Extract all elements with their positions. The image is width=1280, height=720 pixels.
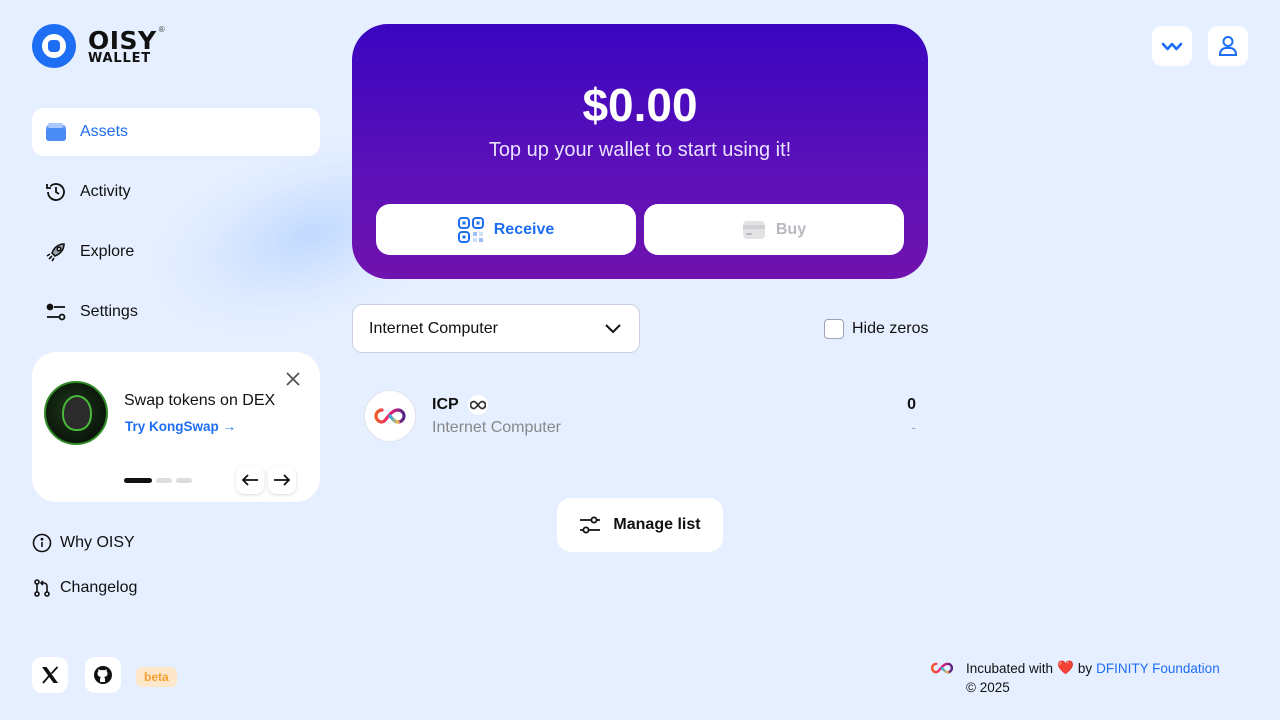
nav-label-explore: Explore (80, 243, 135, 260)
receive-label: Receive (493, 220, 555, 238)
balance-hero-card: $0.00 Top up your wallet to start using … (352, 24, 928, 279)
trademark-mark: ® (158, 24, 165, 34)
x-twitter-button[interactable] (32, 657, 68, 693)
github-button[interactable] (85, 657, 121, 693)
git-pull-request-icon (34, 579, 50, 597)
promo-card: Swap tokens on DEX Try KongSwap → (32, 352, 320, 502)
dfinity-foundation-link[interactable]: DFINITY Foundation (1096, 661, 1220, 676)
infinity-icon (374, 408, 406, 424)
nav-item-assets[interactable]: Assets (32, 108, 320, 156)
hero-subtitle: Top up your wallet to start using it! (488, 139, 792, 161)
hide-zeros-toggle[interactable]: Hide zeros (824, 319, 928, 339)
hide-zeros-label: Hide zeros (852, 320, 929, 337)
footer: Incubated with ❤️ by DFINITY Foundation … (930, 660, 1220, 695)
github-logo-icon (94, 666, 112, 684)
close-icon[interactable] (284, 370, 302, 388)
logo-wordmark: OISY WALLET ® (88, 25, 165, 66)
footer-copyright: © 2025 (966, 680, 1010, 695)
try-kongswap-link[interactable]: Try KongSwap → (125, 419, 236, 434)
changelog-label: Changelog (60, 579, 138, 596)
why-oisy-label: Why OISY (60, 534, 135, 551)
qr-code-icon (457, 216, 484, 243)
history-icon (44, 180, 68, 204)
logo-line1: OISY (88, 25, 157, 55)
carousel-dot-1[interactable] (124, 478, 152, 483)
rocket-icon (44, 240, 68, 264)
manage-list-label: Manage list (613, 516, 701, 533)
oisy-logo-icon (32, 24, 76, 68)
nav-item-explore[interactable]: Explore (32, 228, 320, 276)
user-icon (1219, 36, 1237, 56)
token-usd-value: - (911, 419, 916, 435)
buy-button[interactable]: Buy (644, 204, 904, 255)
x-logo-icon (42, 666, 59, 684)
logo-line2: WALLET (88, 50, 151, 66)
carousel-next-button[interactable] (268, 466, 296, 494)
nav-label-activity: Activity (80, 183, 131, 200)
carousel-dot-3[interactable] (176, 478, 192, 483)
manage-list-button[interactable]: Manage list (557, 498, 723, 552)
carousel-indicators (124, 478, 192, 483)
kongswap-gorilla-image (44, 381, 108, 445)
token-symbol: ICP (432, 396, 459, 413)
network-selector[interactable]: Internet Computer (352, 304, 640, 353)
token-balance: 0 (907, 396, 916, 413)
oisy-logo[interactable]: OISY WALLET ® (32, 24, 165, 68)
walletconnect-icon (1161, 42, 1183, 51)
carousel-dot-2[interactable] (156, 478, 172, 483)
footer-by-text: by (1077, 660, 1093, 676)
promo-title: Swap tokens on DEX (124, 392, 276, 409)
icp-token-logo (364, 390, 416, 442)
nav-label-settings: Settings (80, 303, 138, 320)
carousel-controls (236, 466, 296, 494)
carousel-prev-button[interactable] (236, 466, 264, 494)
receive-button[interactable]: Receive (376, 204, 636, 255)
buy-label: Buy (775, 220, 807, 238)
token-name: Internet Computer (432, 419, 561, 436)
token-row[interactable]: ICP Internet Computer 0 - (364, 390, 916, 442)
chevron-down-icon (605, 323, 621, 333)
info-icon (32, 533, 52, 553)
nav-item-activity[interactable]: Activity (32, 168, 320, 216)
network-badge-icon (468, 395, 488, 415)
nav-label-assets: Assets (80, 123, 129, 140)
heart-icon: ❤️ (1057, 660, 1074, 675)
settings-sliders-icon (44, 300, 68, 324)
why-oisy-link[interactable]: Why OISY (32, 533, 135, 553)
footer-incubated-text: Incubated with (966, 660, 1054, 676)
sliders-icon (580, 516, 601, 534)
total-balance: $0.00 (582, 79, 698, 131)
sidebar-nav: Assets Activity Explore Settings (32, 108, 320, 348)
walletconnect-button[interactable] (1152, 26, 1192, 66)
beta-badge: beta (136, 667, 177, 687)
network-selected-value: Internet Computer (369, 319, 498, 337)
hide-zeros-checkbox[interactable] (824, 319, 844, 339)
dfinity-logo-icon (930, 662, 954, 674)
wallet-icon (44, 120, 68, 144)
credit-card-icon (742, 220, 765, 239)
user-menu-button[interactable] (1208, 26, 1248, 66)
changelog-link[interactable]: Changelog (32, 578, 137, 598)
nav-item-settings[interactable]: Settings (32, 288, 320, 336)
